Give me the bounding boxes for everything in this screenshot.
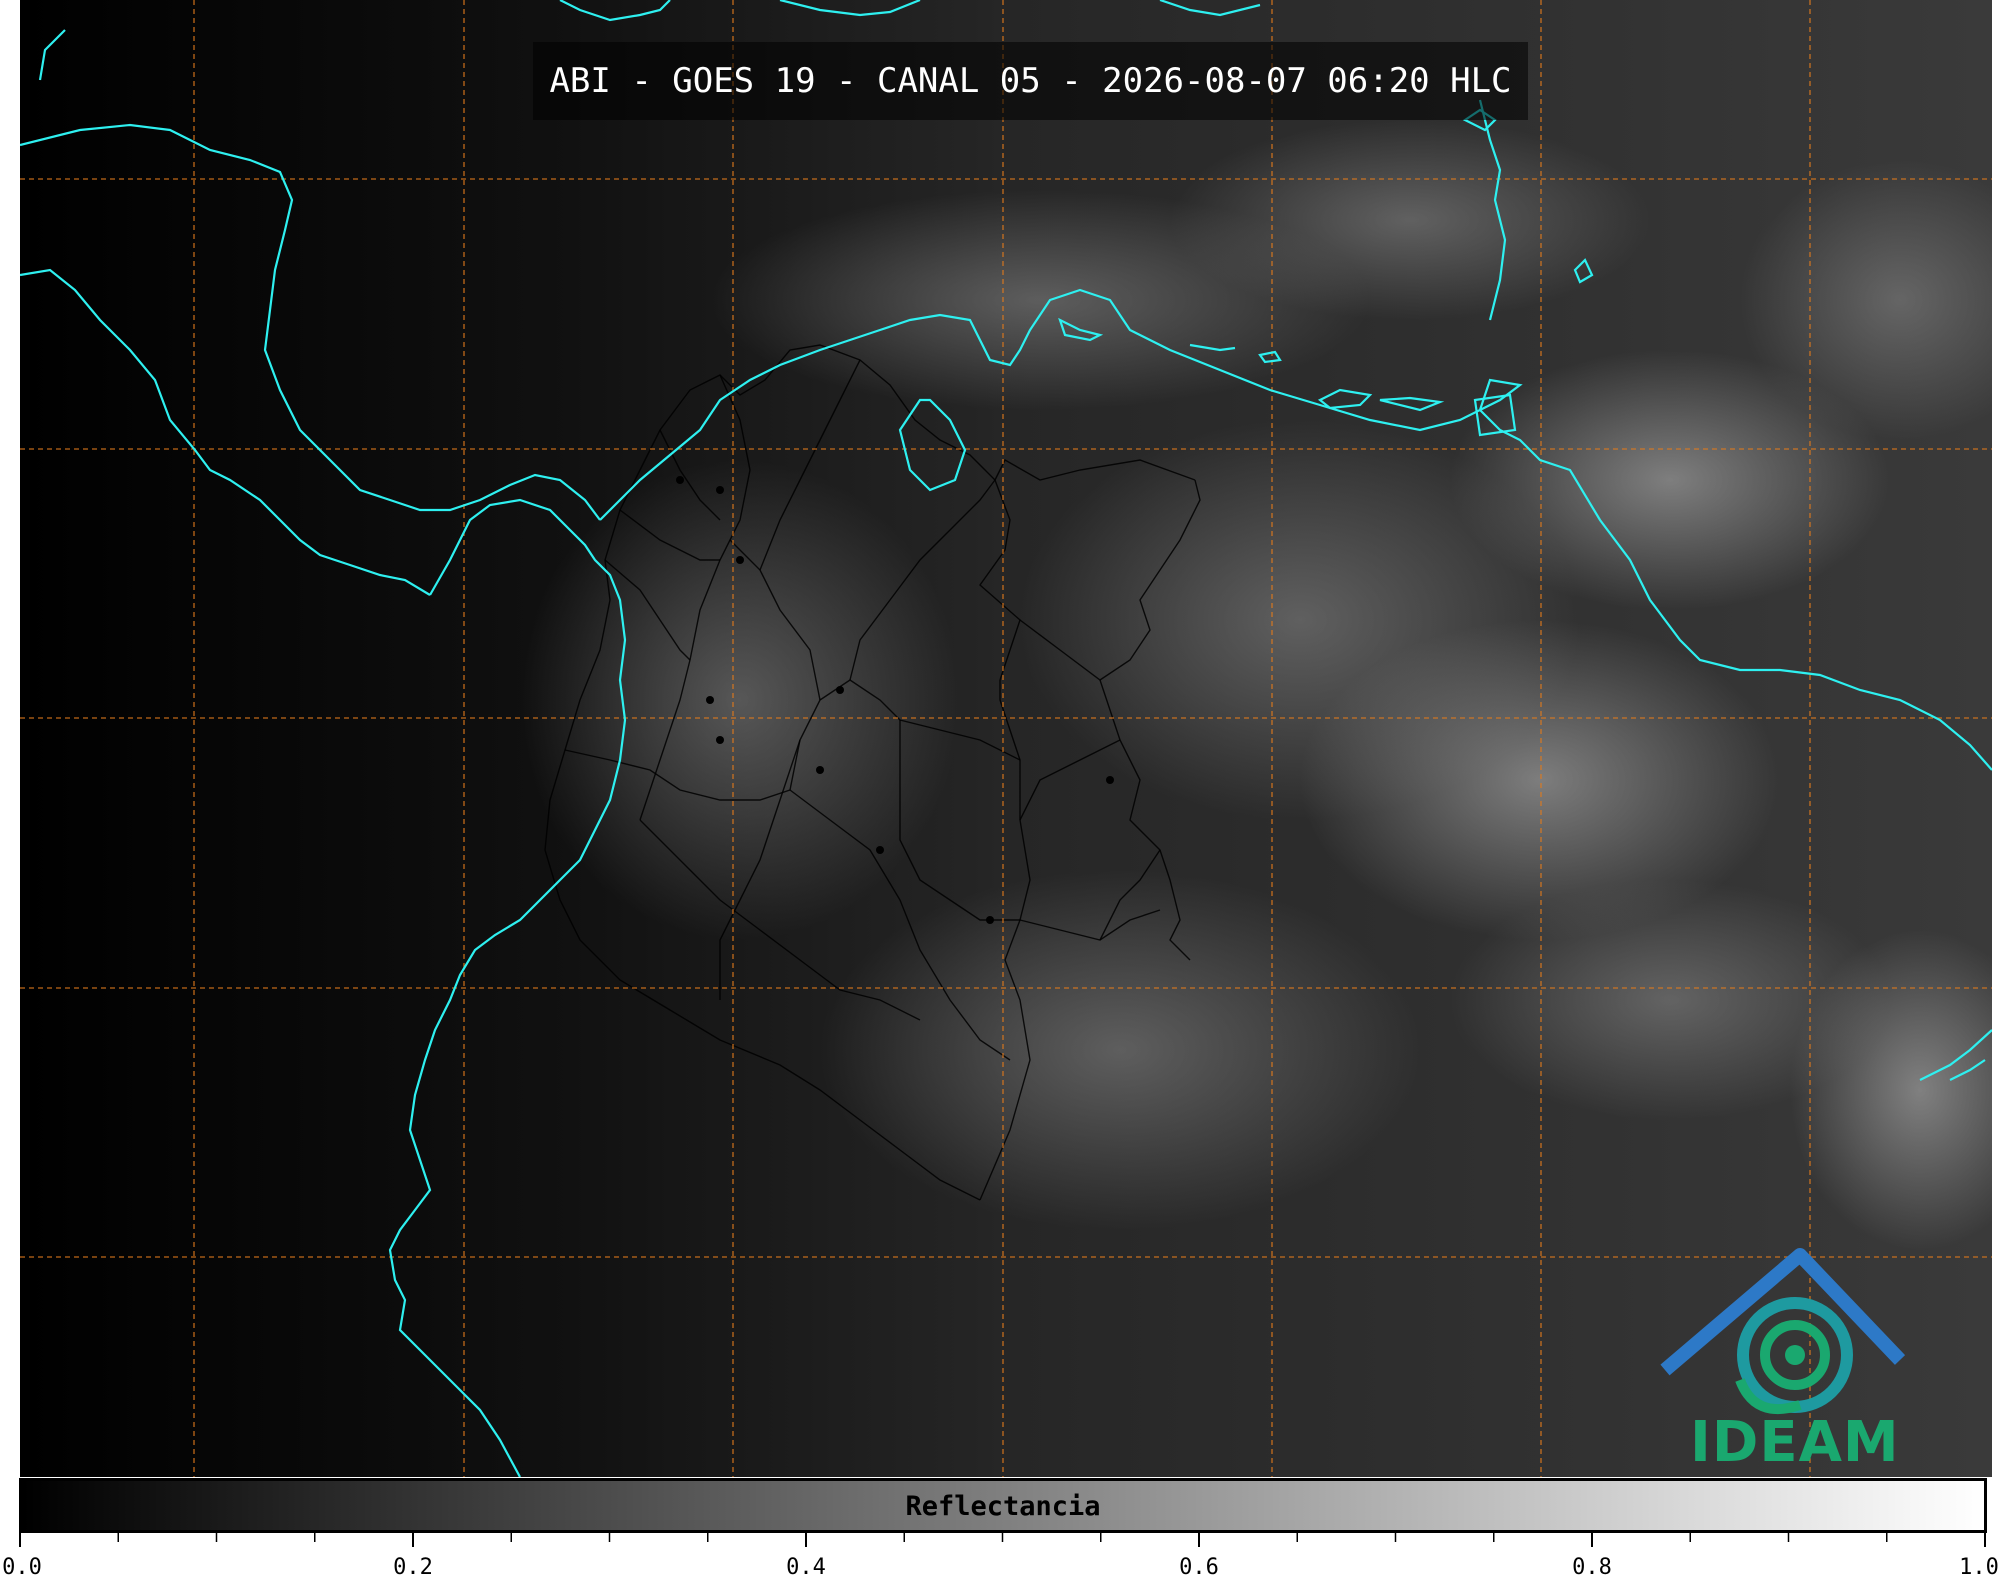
- ideam-logo-text: IDEAM: [1690, 1410, 1900, 1475]
- colorbar-tick-label: 0.6: [1179, 1555, 1219, 1577]
- map-canvas: [20, 0, 1992, 1477]
- colorbar-ticks: [19, 1533, 1986, 1547]
- reflectance-colorbar: Reflectancia: [19, 1478, 1987, 1533]
- colorbar-tick-label: 0.4: [786, 1555, 826, 1577]
- colorbar-tick-label: 1.0: [1959, 1555, 1999, 1577]
- colorbar-tick-label: 0.2: [393, 1555, 433, 1577]
- satellite-figure: ABI - GOES 19 - CANAL 05 - 2026-08-07 06…: [0, 0, 2011, 1577]
- colorbar-tick-label: 0.0: [2, 1555, 42, 1577]
- map-title: ABI - GOES 19 - CANAL 05 - 2026-08-07 06…: [533, 42, 1528, 120]
- colorbar-label: Reflectancia: [905, 1491, 1101, 1522]
- satellite-map: [20, 0, 1992, 1477]
- colorbar-tick-label: 0.8: [1572, 1555, 1612, 1577]
